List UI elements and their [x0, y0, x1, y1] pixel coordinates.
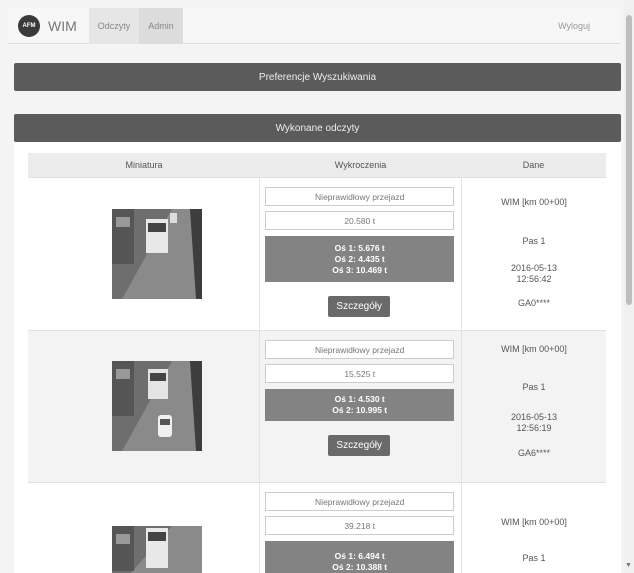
lane-label: Pas 1 — [522, 553, 546, 563]
brand-name[interactable]: WIM — [48, 18, 77, 34]
search-preferences-header[interactable]: Preferencje Wyszukiwania — [14, 63, 621, 91]
app-window: AFM WIM Odczyty Admin Wyloguj Preferencj… — [0, 0, 634, 573]
logout-link[interactable]: Wyloguj — [558, 21, 590, 31]
axle-weight: Oś 1: 4.530 t — [334, 394, 385, 404]
details-button[interactable]: Szczegóły — [328, 435, 391, 456]
scrollbar-thumb[interactable] — [626, 15, 632, 305]
camera-image — [112, 526, 202, 573]
axle-weight: Oś 1: 5.676 t — [334, 242, 385, 253]
thumbnail-cell — [28, 331, 261, 483]
navbar: AFM WIM Odczyty Admin Wyloguj — [8, 7, 620, 44]
axle-weight: Oś 3: 10.469 t — [332, 264, 388, 275]
column-header-thumbnail: Miniatura — [125, 160, 163, 170]
station-label: WIM [km 00+00] — [501, 344, 567, 354]
tab-admin[interactable]: Admin — [139, 7, 183, 44]
data-cell: WIM [km 00+00] Pas 1 2016-05-13 12:56:42… — [462, 178, 607, 331]
station-label: WIM [km 00+00] — [501, 197, 567, 207]
data-cell: WIM [km 00+00] Pas 1 — [462, 483, 607, 573]
data-cell: WIM [km 00+00] Pas 1 2016-05-13 12:56:19… — [462, 331, 607, 483]
column-header-violations: Wykroczenia — [334, 160, 387, 170]
thumbnail-cell — [28, 178, 261, 331]
axle-weights: Oś 1: 6.494 t Oś 2: 10.388 t — [265, 541, 455, 573]
total-weight: 15.525 t — [265, 364, 455, 383]
station-label: WIM [km 00+00] — [501, 517, 567, 527]
total-weight: 39.218 t — [265, 516, 455, 535]
date-label: 2016-05-13 — [510, 263, 558, 273]
lane-label: Pas 1 — [522, 236, 546, 246]
violation-type: Nieprawidłowy przejazd — [265, 340, 455, 359]
scroll-down-arrow-icon[interactable]: ▼ — [625, 562, 632, 569]
vehicle-thumbnail[interactable] — [112, 361, 202, 451]
time-label: 12:56:42 — [516, 274, 552, 284]
camera-image — [112, 361, 202, 451]
table-row: Nieprawidłowy przejazd 20.580 t Oś 1: 5.… — [28, 177, 606, 331]
violations-cell: Nieprawidłowy przejazd 20.580 t Oś 1: 5.… — [260, 178, 462, 331]
axle-weight: Oś 2: 10.388 t — [332, 562, 388, 572]
date-label: 2016-05-13 — [510, 412, 558, 422]
axle-weight: Oś 1: 6.494 t — [334, 551, 385, 561]
lane-label: Pas 1 — [522, 382, 546, 392]
table-header: Miniatura Wykroczenia Dane — [28, 153, 606, 177]
time-label: 12:56:19 — [516, 423, 552, 433]
vehicle-thumbnail[interactable] — [112, 526, 202, 573]
violation-type: Nieprawidłowy przejazd — [265, 187, 455, 206]
axle-weights: Oś 1: 4.530 t Oś 2: 10.995 t — [265, 389, 455, 421]
vehicle-thumbnail[interactable] — [112, 209, 202, 299]
axle-weight: Oś 2: 10.995 t — [332, 405, 388, 415]
plate-label: GA6**** — [517, 448, 551, 458]
axle-weights: Oś 1: 5.676 t Oś 2: 4.435 t Oś 3: 10.469… — [265, 236, 455, 282]
results-header: Wykonane odczyty — [14, 114, 621, 142]
table-row: Nieprawidłowy przejazd 15.525 t Oś 1: 4.… — [28, 330, 606, 483]
tab-odczyty[interactable]: Odczyty — [88, 7, 140, 44]
results-card: Miniatura Wykroczenia Dane Nieprawidłowy… — [14, 142, 621, 573]
thumbnail-cell — [28, 483, 261, 573]
plate-label: GA0**** — [517, 298, 551, 308]
total-weight: 20.580 t — [265, 211, 455, 230]
details-button[interactable]: Szczegóły — [328, 296, 391, 317]
violations-cell: Nieprawidłowy przejazd 39.218 t Oś 1: 6.… — [260, 483, 462, 573]
table-row: Nieprawidłowy przejazd 39.218 t Oś 1: 6.… — [28, 482, 606, 573]
camera-image — [112, 209, 202, 299]
violations-cell: Nieprawidłowy przejazd 15.525 t Oś 1: 4.… — [260, 331, 462, 483]
axle-weight: Oś 2: 4.435 t — [334, 253, 385, 264]
afm-logo[interactable]: AFM — [18, 14, 40, 37]
violation-type: Nieprawidłowy przejazd — [265, 492, 455, 511]
column-header-data: Dane — [522, 160, 545, 170]
